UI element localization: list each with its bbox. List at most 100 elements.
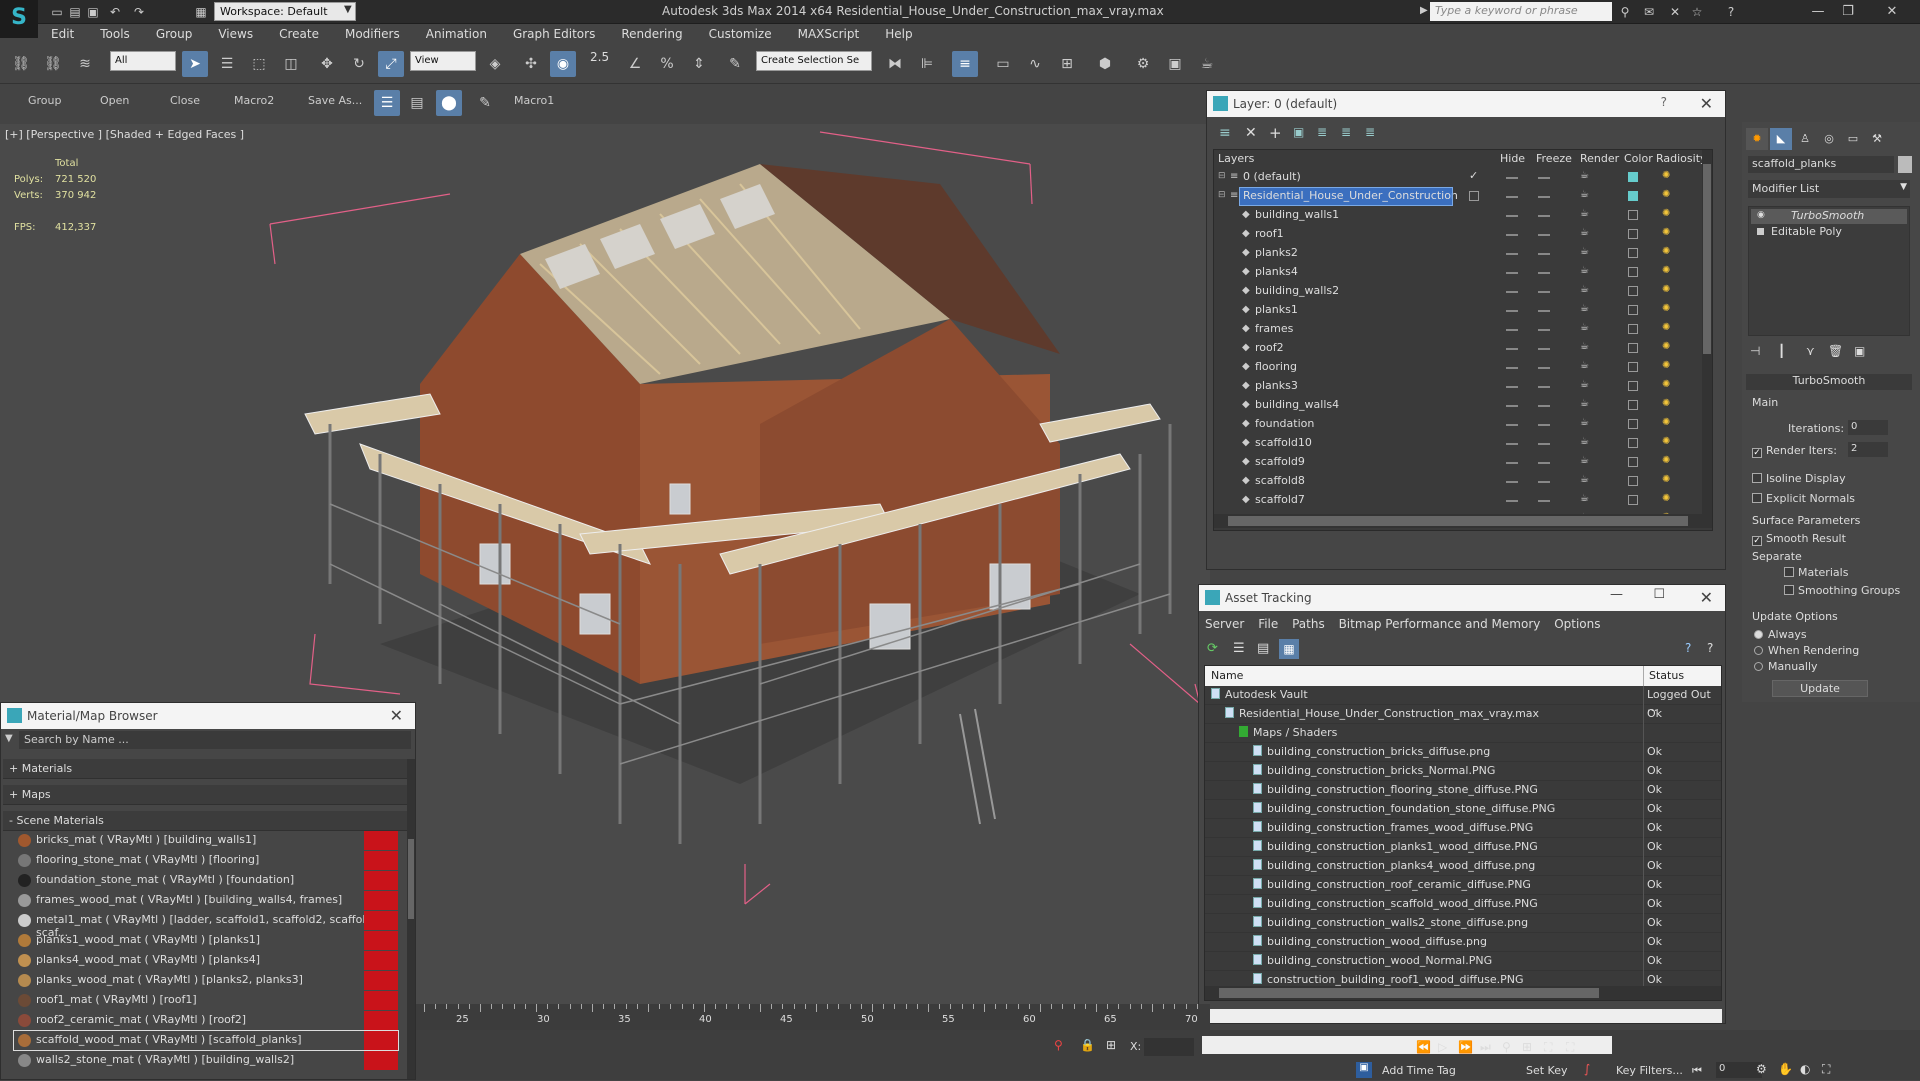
menu-graph-editors[interactable]: Graph Editors [500, 24, 608, 41]
spinner-snap-icon[interactable]: ⇕ [686, 51, 712, 77]
layer-color-swatch[interactable] [1628, 343, 1638, 353]
close-icon[interactable]: ✕ [390, 706, 403, 725]
asset-row[interactable]: building_construction_scaffold_wood_diff… [1205, 895, 1721, 914]
layer-vertical-scrollbar[interactable] [1702, 150, 1712, 514]
always-radio[interactable] [1754, 630, 1763, 639]
layer-row[interactable]: ◆ building_walls1 ☕ ✺ [1214, 206, 1702, 225]
layer-row[interactable]: ◆ planks1 ☕ ✺ [1214, 301, 1702, 320]
asset-row[interactable]: construction_building_roof1_wood_diffuse… [1205, 971, 1721, 986]
material-item[interactable]: planks1_wood_mat ( VRayMtl ) [planks1] [14, 931, 398, 950]
keyboard-shortcut-override-icon[interactable]: ◉ [550, 51, 576, 77]
render-teapot-icon[interactable]: ☕ [1580, 398, 1589, 409]
maximize-icon[interactable]: ☐ [1653, 587, 1665, 602]
layer-color-swatch[interactable] [1628, 286, 1638, 296]
expand-icon[interactable] [1757, 228, 1764, 235]
app-logo-icon[interactable]: S [0, 0, 38, 38]
smoothing-groups-row[interactable]: Smoothing Groups [1784, 584, 1900, 597]
restore-button[interactable]: ❐ [1834, 2, 1862, 22]
auto-key-icon[interactable]: ∫ [1584, 1062, 1590, 1076]
layer-row[interactable]: ⊟ ≡ 0 (default) ✓ ☕ ✺ [1214, 168, 1702, 187]
layer-row[interactable]: ◆ roof1 ☕ ✺ [1214, 225, 1702, 244]
hide-toggle[interactable] [1506, 196, 1518, 198]
material-item[interactable]: planks_wood_mat ( VRayMtl ) [planks2, pl… [14, 971, 398, 990]
select-object-icon[interactable]: ➤ [182, 51, 208, 77]
asset-path-field[interactable] [1204, 1009, 1722, 1023]
hide-toggle[interactable] [1506, 443, 1518, 445]
close-icon[interactable]: ✕ [1700, 588, 1713, 607]
favorites-icon[interactable]: ☆ [1688, 3, 1706, 21]
manually-radio[interactable] [1754, 662, 1763, 671]
asset-menu-options[interactable]: Options [1554, 617, 1600, 631]
menu-customize[interactable]: Customize [696, 24, 785, 41]
hide-toggle[interactable] [1506, 253, 1518, 255]
layer-row[interactable]: ◆ building_walls2 ☕ ✺ [1214, 282, 1702, 301]
curve-editor-icon[interactable]: ∿ [1022, 51, 1048, 77]
unlink-icon[interactable]: ⛓ [40, 51, 66, 77]
layer-row[interactable]: ◆ planks2 ☕ ✺ [1214, 244, 1702, 263]
angle-snap-icon[interactable]: ∠ [622, 51, 648, 77]
thumbnail-view-icon[interactable]: ▤ [1257, 641, 1269, 656]
save-file-icon[interactable]: ▣ [84, 3, 102, 21]
render-teapot-icon[interactable]: ☕ [1580, 493, 1589, 504]
bulb-icon[interactable]: ◉ [1757, 210, 1765, 220]
object-name-field[interactable]: scaffold_planks [1748, 156, 1894, 173]
scale-icon[interactable]: ⤢ [378, 51, 404, 77]
freeze-toggle[interactable] [1538, 329, 1550, 331]
layer-row[interactable]: ⊟ ≡ Residential_House_Under_Construction ☕ ✺ [1214, 187, 1702, 206]
render-teapot-icon[interactable]: ☕ [1580, 341, 1589, 352]
time-config-icon[interactable]: ⚙ [1756, 1062, 1767, 1076]
orbit-icon[interactable]: ◐ [1800, 1062, 1810, 1076]
freeze-toggle[interactable] [1538, 424, 1550, 426]
key-filters-button[interactable]: Key Filters... [1616, 1064, 1683, 1077]
menu-tools[interactable]: Tools [87, 24, 143, 41]
radiosity-icon[interactable]: ✺ [1662, 417, 1672, 429]
layer-row[interactable]: ◆ planks4 ☕ ✺ [1214, 263, 1702, 282]
exchange-icon[interactable]: ✕ [1666, 3, 1684, 21]
open-button[interactable]: Open [100, 94, 129, 107]
layer-color-swatch[interactable] [1628, 210, 1638, 220]
isoline-checkbox[interactable] [1752, 473, 1762, 483]
material-item[interactable]: foundation_stone_mat ( VRayMtl ) [founda… [14, 871, 398, 890]
layer-color-swatch[interactable] [1628, 438, 1638, 448]
maximize-viewport-icon[interactable]: ⛶ [1822, 1062, 1830, 1077]
render-iters-row[interactable]: ✓ Render Iters: [1752, 444, 1837, 458]
hide-toggle[interactable] [1506, 500, 1518, 502]
group-button[interactable]: Group [28, 94, 62, 107]
render-production-icon[interactable]: ☕ [1194, 51, 1220, 77]
help-icon[interactable]: ? [1685, 641, 1691, 655]
iterations-spinner[interactable]: 0 [1848, 420, 1888, 435]
material-editor-icon[interactable]: ⬢ [1092, 51, 1118, 77]
bind-space-warp-icon[interactable]: ≋ [72, 51, 98, 77]
asset-menu-bitmap[interactable]: Bitmap Performance and Memory [1339, 617, 1541, 631]
macro1-button[interactable]: Macro1 [514, 94, 554, 107]
expand-icon[interactable]: ⊟ [1218, 171, 1226, 181]
menu-modifiers[interactable]: Modifiers [332, 24, 413, 41]
asset-row[interactable]: building_construction_frames_wood_diffus… [1205, 819, 1721, 838]
render-teapot-icon[interactable]: ☕ [1580, 322, 1589, 333]
pan-icon[interactable]: ✋ [1778, 1062, 1793, 1076]
layer-color-swatch[interactable] [1628, 191, 1638, 201]
material-item[interactable]: planks4_wood_mat ( VRayMtl ) [planks4] [14, 951, 398, 970]
render-teapot-icon[interactable]: ☕ [1580, 208, 1589, 219]
hide-toggle[interactable] [1506, 386, 1518, 388]
edit-named-selection-icon[interactable]: ✎ [722, 51, 748, 77]
asset-menu-file[interactable]: File [1258, 617, 1278, 631]
menu-maxscript[interactable]: MAXScript [785, 24, 873, 41]
materials-row[interactable]: Materials [1784, 566, 1848, 579]
hide-toggle[interactable] [1506, 272, 1518, 274]
x-coordinate-field[interactable] [1144, 1038, 1194, 1056]
radiosity-icon[interactable]: ✺ [1662, 227, 1672, 239]
asset-menu-server[interactable]: Server [1205, 617, 1244, 631]
options-chevron-icon[interactable]: ▼ [5, 733, 13, 744]
smooth-result-row[interactable]: ✓ Smooth Result [1752, 532, 1846, 546]
material-item[interactable]: bricks_mat ( VRayMtl ) [building_walls1] [14, 831, 398, 850]
radiosity-icon[interactable]: ✺ [1662, 474, 1672, 486]
render-teapot-icon[interactable]: ☕ [1580, 284, 1589, 295]
asset-row[interactable]: building_construction_wood_Normal.PNG Ok [1205, 952, 1721, 971]
material-search-input[interactable]: Search by Name ... [19, 731, 411, 749]
radiosity-icon[interactable]: ✺ [1662, 493, 1672, 505]
highlight-layer-icon[interactable]: ≣ [1317, 125, 1327, 139]
isoline-row[interactable]: Isoline Display [1752, 472, 1846, 485]
close-group-button[interactable]: Close [170, 94, 200, 107]
schematic-view-icon[interactable]: ⊞ [1054, 51, 1080, 77]
